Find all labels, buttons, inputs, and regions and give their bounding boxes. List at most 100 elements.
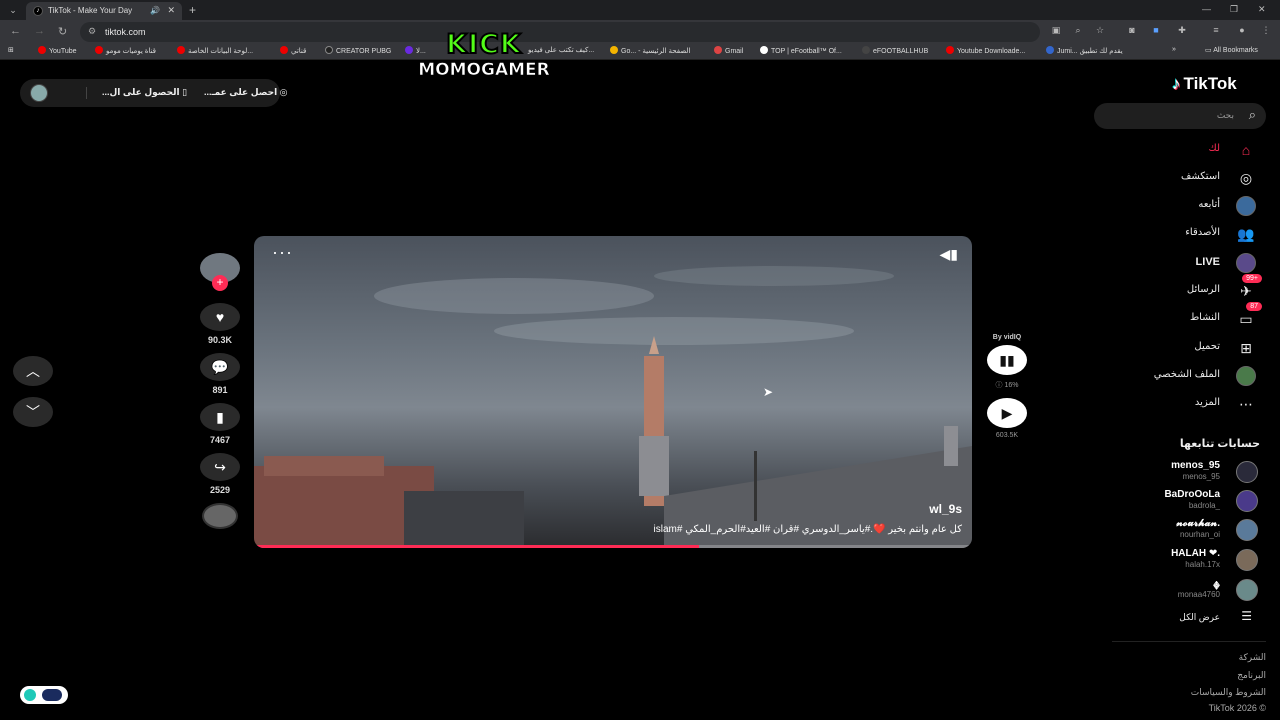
sidebar-item-profile[interactable]: الملف الشخصي xyxy=(1102,365,1262,387)
new-tab-button[interactable]: + xyxy=(189,3,196,17)
video-player[interactable]: ··· ◀▮ wl_9s كل عام وانتم بخير ❤️.#ياسر_… xyxy=(254,236,972,548)
reload-icon[interactable]: ↻ xyxy=(58,25,67,38)
comment-button[interactable]: 💬 891 xyxy=(200,353,240,395)
bookmark-item[interactable]: CREATOR PUBG xyxy=(325,46,391,55)
volume-icon[interactable]: ◀▮ xyxy=(940,246,958,263)
footer-link-program[interactable]: البرنامج xyxy=(1237,670,1266,681)
followed-account[interactable]: BaDroOoLa badrola_ xyxy=(1102,488,1262,514)
followed-account[interactable]: 𖢻 monaa4760 xyxy=(1102,577,1262,603)
get-coins-button[interactable]: ◎ احصل على عمـ... xyxy=(204,87,288,98)
followed-account[interactable]: menos_95 menos_95 xyxy=(1102,459,1262,485)
get-app-button[interactable]: ▯ الحصول على ال... xyxy=(102,87,187,98)
sidebar-item-friends[interactable]: الأصدقاء 👥 xyxy=(1102,223,1262,245)
bookmark-item[interactable]: Youtube Downloade... xyxy=(946,46,1025,55)
back-icon[interactable]: ← xyxy=(10,25,21,37)
sidebar-item-label: الأصدقاء xyxy=(1185,227,1220,238)
extensions-puzzle-icon[interactable]: ✚ xyxy=(1176,25,1188,37)
bookmark-item[interactable]: TOP | eFootball™ Of... xyxy=(760,46,842,55)
sound-disc-avatar[interactable] xyxy=(202,503,238,529)
bookmark-item[interactable]: eFOOTBALLHUB xyxy=(862,46,928,55)
sidebar-item-upload[interactable]: تحميل ⊞ xyxy=(1102,337,1262,359)
sidebar-item-activity[interactable]: النشاط ▭ 87 xyxy=(1102,302,1262,330)
zoom-icon[interactable]: ⌕ xyxy=(1072,25,1084,37)
vidiq-play-button[interactable]: ▶ xyxy=(987,398,1027,428)
user-avatar[interactable] xyxy=(30,84,48,102)
sidebar-item-for-you[interactable]: لك ⌂ xyxy=(1102,139,1262,161)
site-info-icon[interactable]: ⚙ xyxy=(88,26,96,37)
forward-icon[interactable]: → xyxy=(34,25,45,37)
show-all-label: عرض الكل xyxy=(1179,612,1220,622)
minimize-button[interactable]: — xyxy=(1202,4,1211,14)
sidebar-divider xyxy=(1112,641,1266,642)
video-progress-bar[interactable] xyxy=(254,545,972,548)
extension-icon[interactable]: ■ xyxy=(1150,25,1162,37)
downloader-icon xyxy=(946,46,954,54)
bookmark-item[interactable]: Jumi... يقدم لك تطبيق xyxy=(1046,46,1123,55)
sidebar-item-explore[interactable]: استكشف ◎ xyxy=(1102,167,1262,189)
share-button[interactable]: ↪ 2529 xyxy=(200,453,240,495)
search-icon[interactable]: ⌕ xyxy=(1249,107,1256,123)
tab-audio-icon[interactable]: 🔊 xyxy=(150,6,160,15)
sidebar-item-label: تحميل xyxy=(1194,341,1220,352)
tab-title: TikTok - Make Your Day xyxy=(48,6,133,15)
browser-tab[interactable]: ♪ TikTok - Make Your Day 🔊 ✕ xyxy=(26,2,182,20)
close-window-button[interactable]: ✕ xyxy=(1258,4,1266,15)
sidebar-item-label: الملف الشخصي xyxy=(1153,369,1220,380)
bookmark-item[interactable]: لوحة البيانات الخاصة... xyxy=(177,46,253,55)
media-control-icon[interactable]: ≡ xyxy=(1210,25,1222,37)
sidebar-item-live[interactable]: LIVE xyxy=(1102,252,1262,274)
tiktok-logo[interactable]: ♪ TikTok xyxy=(1172,74,1237,94)
folder-icon: ▭ xyxy=(1205,47,1214,54)
footer-link-company[interactable]: الشركة xyxy=(1239,652,1266,663)
share-count: 2529 xyxy=(209,485,231,495)
followed-account[interactable]: 𝓷𝓸𝓾𝓻𝓱𝓪𝓷. nourhan_oi xyxy=(1102,517,1262,543)
address-bar[interactable]: ⚙ tiktok.com xyxy=(80,22,1040,42)
tab-close-icon[interactable]: ✕ xyxy=(167,5,175,16)
account-uid: menos_95 xyxy=(1182,472,1220,481)
tab-search-button[interactable]: ⌄ xyxy=(6,4,20,16)
install-app-icon[interactable]: ▣ xyxy=(1050,25,1062,37)
next-video-button[interactable]: ﹀ xyxy=(13,397,53,427)
bookmark-item[interactable]: قناة يوميات مومو xyxy=(95,46,156,55)
footer-link-terms[interactable]: الشروط والسياسات xyxy=(1191,687,1266,698)
sidebar-item-messages[interactable]: الرسائل ✈ 99+ xyxy=(1102,274,1262,302)
previous-video-button[interactable]: ︿ xyxy=(13,356,53,386)
follow-plus-icon[interactable]: + xyxy=(212,275,228,291)
sidebar-item-label: المزيد xyxy=(1194,397,1220,408)
bookmark-item[interactable]: Gmail xyxy=(714,46,743,55)
tiktok-note-icon: ♪ xyxy=(1172,74,1181,93)
vidiq-stats-button[interactable]: ▮▮ xyxy=(987,345,1027,375)
comment-count: 891 xyxy=(212,385,228,395)
youtube-icon xyxy=(38,46,46,54)
followed-account[interactable]: HALAH ❤. halah.17x xyxy=(1102,547,1262,573)
more-options-icon[interactable]: ··· xyxy=(272,242,293,263)
profile-icon[interactable]: ● xyxy=(1236,25,1248,37)
jumia-icon xyxy=(1046,46,1054,54)
sidebar-item-more[interactable]: المزيد ⋯ xyxy=(1102,393,1262,415)
more-bookmarks-icon[interactable]: » xyxy=(1172,46,1176,53)
creator-avatar[interactable]: + xyxy=(200,253,240,291)
bookmark-item[interactable]: Go... - الصفحة الرئيسية xyxy=(610,46,690,55)
avatar xyxy=(1236,490,1258,512)
bookmark-item[interactable]: YouTube xyxy=(38,46,77,55)
sidebar-item-following[interactable]: أتابعه xyxy=(1102,195,1262,217)
maximize-button[interactable]: ❐ xyxy=(1230,4,1238,15)
comment-icon: 💬 xyxy=(200,353,240,381)
top-action-pill: ▯ الحصول على ال... ◎ احصل على عمـ... xyxy=(20,79,288,107)
bookmark-star-icon[interactable]: ☆ xyxy=(1094,25,1106,37)
show-all-following[interactable]: عرض الكل ☰ xyxy=(1102,609,1262,625)
apps-grid-icon[interactable]: ⊞ xyxy=(8,46,14,54)
save-button[interactable]: ▮ 7467 xyxy=(200,403,240,445)
like-button[interactable]: ♥ 90.3K xyxy=(200,303,240,345)
bookmark-item[interactable]: قناتي xyxy=(280,46,306,55)
video-author[interactable]: wl_9s xyxy=(929,502,962,516)
floating-extension-widget[interactable] xyxy=(20,686,68,704)
all-bookmarks[interactable]: ▭ All Bookmarks xyxy=(1205,46,1258,54)
search-input[interactable]: بحث ⌕ xyxy=(1094,103,1266,129)
browser-menu-icon[interactable]: ⋮ xyxy=(1260,25,1272,37)
search-placeholder: بحث xyxy=(1216,110,1234,120)
vidiq-percent: ⓘ 16% xyxy=(995,382,1019,389)
camera-extension-icon[interactable]: ◙ xyxy=(1126,25,1138,37)
friends-icon: 👥 xyxy=(1237,226,1255,242)
phone-icon: ▯ xyxy=(179,87,188,97)
